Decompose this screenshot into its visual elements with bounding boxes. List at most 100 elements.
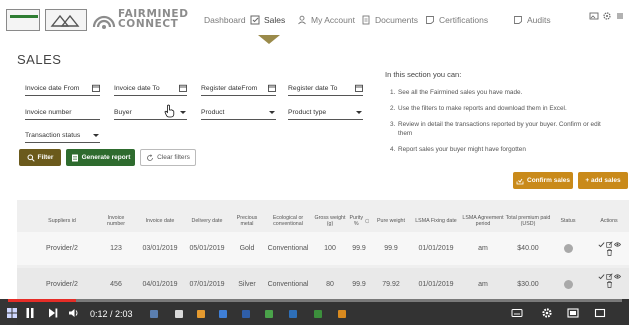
status-badge [563, 280, 573, 289]
view-icon[interactable] [613, 241, 621, 248]
column-header: Pure weight [377, 217, 405, 224]
generate-report-label: Generate report [81, 154, 131, 161]
column-header: Status [560, 217, 576, 224]
checkbox-icon [250, 15, 260, 25]
fullscreen-icon[interactable] [594, 307, 606, 321]
hand-cursor-icon [164, 104, 175, 118]
arm-logo [6, 9, 40, 31]
actions-cell [592, 232, 626, 265]
nav-sales-label: Sales [264, 15, 286, 25]
taskbar-app-icon[interactable] [289, 310, 297, 318]
invoice-date-from-field[interactable]: Invoice date From [25, 79, 100, 96]
menu-icon[interactable] [615, 11, 625, 21]
gear-icon[interactable] [602, 11, 612, 21]
transaction-status-select[interactable]: Transaction status [25, 126, 100, 143]
taskbar-app-icon[interactable] [265, 310, 273, 318]
table-cell: 04/01/2019 [142, 281, 178, 288]
table-cell: 05/01/2019 [189, 245, 225, 252]
volume-icon[interactable] [68, 307, 80, 321]
nav-documents[interactable]: Documents [361, 13, 418, 27]
video-progress-fill [8, 299, 76, 302]
table-cell: $40.00 [517, 245, 539, 252]
taskbar-app-icon[interactable] [338, 310, 346, 318]
clear-filters-button[interactable]: Clear filters [140, 149, 196, 166]
nav-sales[interactable]: Sales [250, 13, 285, 27]
document-icon [362, 15, 370, 25]
chevron-down-icon [356, 111, 362, 114]
image-icon[interactable] [589, 11, 599, 21]
status-badge [563, 244, 573, 253]
taskbar-app-icon[interactable] [150, 310, 158, 318]
check-icon[interactable] [597, 241, 605, 248]
status-cell [553, 232, 583, 265]
table-cell: 100 [324, 245, 336, 252]
product-select[interactable]: Product [201, 103, 276, 120]
nav-my-account[interactable]: My Account [297, 13, 355, 27]
nav-dashboard[interactable]: Dashboard [204, 13, 246, 27]
table-cell: Gold [239, 245, 255, 252]
taskbar-app-icon[interactable] [314, 310, 322, 318]
page-title: SALES [17, 52, 62, 67]
nav-certifications[interactable]: Certifications [425, 13, 488, 27]
column-header: Suppliers id [48, 217, 76, 224]
buyer-select[interactable]: Buyer [114, 103, 187, 120]
edit-icon[interactable] [605, 273, 613, 280]
table-cell: 03/01/2019 [142, 245, 178, 252]
chevron-down-icon [269, 111, 275, 114]
calendar-icon[interactable] [268, 84, 276, 92]
table-cell: 80 [326, 281, 334, 288]
calendar-icon[interactable] [355, 84, 363, 92]
invoice-date-to-label: Invoice date To [114, 85, 160, 92]
subtitles-icon[interactable] [511, 307, 523, 321]
confirm-sales-label: Confirm sales [527, 177, 570, 184]
invoice-number-input[interactable]: Invoice number [25, 103, 100, 120]
register-date-from-field[interactable]: Register dateFrom [201, 79, 276, 96]
chevron-down-icon [180, 111, 186, 114]
view-icon[interactable] [613, 273, 621, 280]
next-icon[interactable] [47, 307, 59, 321]
pause-icon[interactable] [24, 307, 36, 321]
trash-icon[interactable] [606, 249, 613, 256]
trash-icon[interactable] [606, 281, 613, 288]
table-cell: Silver [238, 281, 256, 288]
windows-start-icon[interactable] [6, 307, 18, 321]
table-cell: Conventional [267, 281, 309, 288]
theater-mode-icon[interactable] [567, 307, 579, 321]
video-progress-track[interactable] [8, 299, 622, 302]
generate-report-button[interactable]: Generate report [66, 149, 135, 166]
taskbar-app-icon[interactable] [197, 310, 205, 318]
check-icon[interactable] [597, 273, 605, 280]
confirm-sales-button[interactable]: Confirm sales [513, 172, 573, 189]
help-item: 4. Report sales your buyer might have for… [390, 146, 526, 153]
taskbar-app-icon[interactable] [219, 310, 227, 318]
edit-icon[interactable] [605, 241, 613, 248]
table-cell: am [478, 245, 488, 252]
add-sales-button[interactable]: + add sales [578, 172, 628, 189]
add-sales-label: + add sales [585, 177, 621, 184]
brand-line2: CONNECT [118, 18, 179, 30]
user-icon [298, 15, 306, 25]
register-date-to-field[interactable]: Register date To [288, 79, 363, 96]
help-item: 1. See all the Fairmined sales you have m… [390, 89, 523, 96]
calendar-icon[interactable] [92, 84, 100, 92]
filter-button[interactable]: Filter [19, 149, 61, 166]
nav-dashboard-label: Dashboard [204, 15, 246, 25]
product-type-select[interactable]: Product type [288, 103, 363, 120]
nav-audits[interactable]: Audits [513, 13, 551, 27]
help-heading: In this section you can: [385, 70, 462, 79]
help-item: 2. Use the filters to make reports and do… [390, 105, 567, 112]
transaction-status-label: Transaction status [25, 132, 81, 139]
invoice-date-to-field[interactable]: Invoice date To [114, 79, 187, 96]
calendar-icon[interactable] [179, 84, 187, 92]
column-header: Delivery date [191, 217, 223, 224]
settings-gear-icon[interactable] [541, 307, 553, 321]
help-list: 1. See all the Fairmined sales you have m… [390, 88, 610, 161]
column-header: LSMA Fixing date [415, 217, 457, 224]
chevron-down-icon [93, 134, 99, 137]
purity-header-label: Purity % [349, 214, 364, 228]
taskbar-app-icon[interactable] [242, 310, 250, 318]
table-cell: Provider/2 [46, 281, 78, 288]
clear-filters-label: Clear filters [157, 154, 190, 161]
status-cell [553, 268, 583, 301]
taskbar-app-icon[interactable] [175, 310, 183, 318]
